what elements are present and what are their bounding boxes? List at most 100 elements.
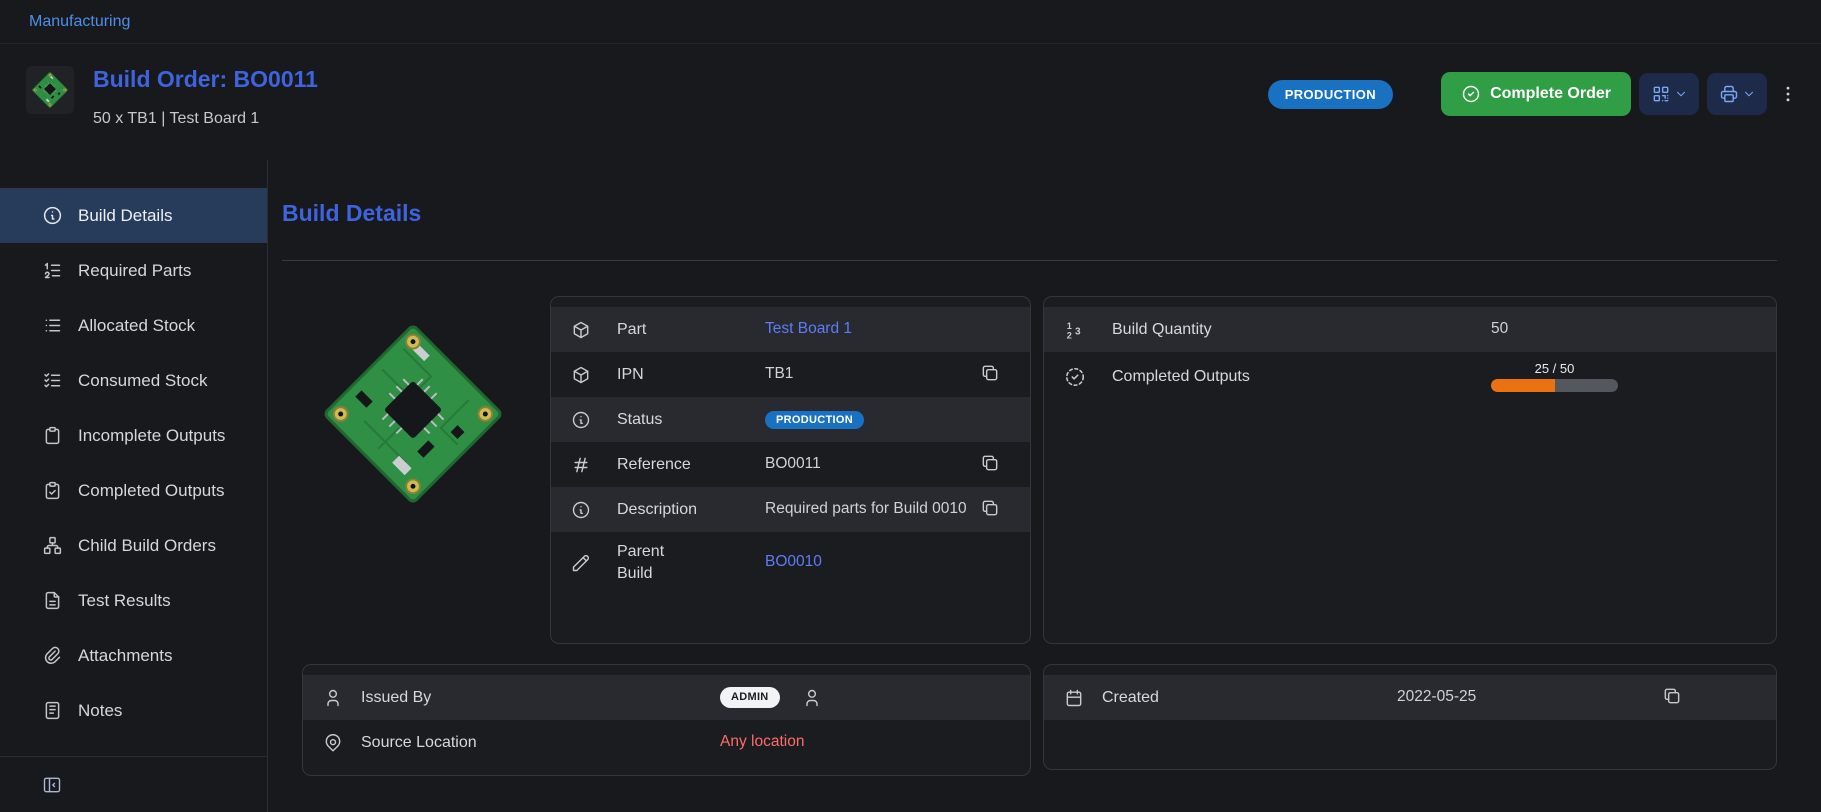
created-panel: Created 2022-05-25 <box>1043 664 1777 770</box>
copy-description-button[interactable] <box>980 498 1000 521</box>
description-value: Required parts for Build 0010 <box>765 499 967 520</box>
detail-row-part: Part Test Board 1 <box>551 307 1030 352</box>
circle-check-icon <box>1461 84 1481 104</box>
main-content: Build Details Part Test Board 1 IPN TB1 <box>268 160 1821 812</box>
qrcode-icon <box>1651 84 1671 104</box>
sidebar-item-label: Build Details <box>78 206 173 226</box>
parent-build-label: Parent Build <box>617 541 679 584</box>
user-avatar-icon <box>802 688 822 708</box>
heading-divider <box>282 260 1777 261</box>
progress-check-icon <box>1064 366 1086 388</box>
svg-text:2: 2 <box>1067 330 1072 340</box>
issued-by-label: Issued By <box>361 687 671 709</box>
sidebar-item-build-details[interactable]: Build Details <box>0 188 267 243</box>
sidebar-item-consumed-stock[interactable]: Consumed Stock <box>0 353 267 408</box>
hash-icon <box>571 455 591 475</box>
build-details-panel: Part Test Board 1 IPN TB1 Status PRODUCT… <box>550 296 1031 644</box>
page-subtitle: 50 x TB1 | Test Board 1 <box>93 110 318 128</box>
info-circle-icon <box>571 500 591 520</box>
row-created: Created 2022-05-25 <box>1044 675 1776 720</box>
status-value-badge: PRODUCTION <box>765 411 864 429</box>
page-title: Build Order: BO0011 <box>93 66 318 93</box>
sidebar-item-label: Required Parts <box>78 261 191 281</box>
barcode-actions-button[interactable] <box>1639 73 1699 115</box>
issue-panel: Issued By ADMIN Source Location Any loca… <box>302 664 1031 776</box>
detail-row-parent-build: Parent Build BO0010 <box>551 532 1030 593</box>
calendar-icon <box>1064 688 1084 708</box>
sidebar-item-incomplete-outputs[interactable]: Incomplete Outputs <box>0 408 267 463</box>
row-issued-by: Issued By ADMIN <box>303 675 1030 720</box>
box-icon <box>571 320 591 340</box>
complete-order-button[interactable]: Complete Order <box>1441 72 1631 116</box>
detail-row-reference: Reference BO0011 <box>551 442 1030 487</box>
created-value: 2022-05-25 <box>1397 687 1476 708</box>
ipn-value: TB1 <box>765 364 793 385</box>
chevron-down-icon <box>1742 87 1756 101</box>
breadcrumb: Manufacturing <box>0 0 1821 44</box>
part-label: Part <box>617 319 705 341</box>
list-check-icon <box>42 370 63 391</box>
sidebar-collapse-button[interactable] <box>0 756 267 812</box>
sidebar-item-child-build-orders[interactable]: Child Build Orders <box>0 518 267 573</box>
file-report-icon <box>42 590 63 611</box>
complete-order-label: Complete Order <box>1490 85 1611 103</box>
more-actions-button[interactable] <box>1775 73 1801 115</box>
print-actions-button[interactable] <box>1707 73 1767 115</box>
copy-icon <box>980 453 1000 473</box>
numbers-icon: 123 <box>1064 319 1086 341</box>
build-quantity-label: Build Quantity <box>1112 319 1442 341</box>
printer-icon <box>1719 84 1739 104</box>
page-body: Build Details Required Parts Allocated S… <box>0 160 1821 812</box>
clipboard-icon <box>42 425 63 446</box>
svg-text:3: 3 <box>1075 326 1081 337</box>
map-pin-icon <box>323 733 343 753</box>
build-thumbnail[interactable] <box>26 66 74 114</box>
pcb-thumbnail-image <box>26 66 74 114</box>
sitemap-icon <box>42 535 63 556</box>
info-circle-icon <box>571 410 591 430</box>
reference-value: BO0011 <box>765 454 821 475</box>
row-completed-outputs: Completed Outputs 25 / 50 <box>1044 352 1776 401</box>
sidebar-collapse-icon <box>42 775 62 795</box>
copy-icon <box>980 363 1000 383</box>
ipn-label: IPN <box>617 364 705 386</box>
part-link[interactable]: Test Board 1 <box>765 319 852 340</box>
clipboard-check-icon <box>42 480 63 501</box>
row-build-quantity: 123 Build Quantity 50 <box>1044 307 1776 352</box>
sidebar-item-test-results[interactable]: Test Results <box>0 573 267 628</box>
copy-reference-button[interactable] <box>980 453 1000 476</box>
copy-created-button[interactable] <box>1662 686 1682 709</box>
issued-by-value: ADMIN <box>720 687 822 708</box>
sidebar-item-label: Incomplete Outputs <box>78 426 225 446</box>
progress-text: 25 / 50 <box>1491 361 1618 376</box>
sidebar-item-allocated-stock[interactable]: Allocated Stock <box>0 298 267 353</box>
sidebar-item-label: Child Build Orders <box>78 536 216 556</box>
part-image[interactable] <box>295 296 531 532</box>
quantities-panel: 123 Build Quantity 50 Completed Outputs … <box>1043 296 1777 644</box>
source-location-value: Any location <box>720 732 804 753</box>
dots-vertical-icon <box>1778 84 1798 104</box>
parent-build-link[interactable]: BO0010 <box>765 552 822 573</box>
detail-row-description: Description Required parts for Build 001… <box>551 487 1030 532</box>
completed-outputs-progress: 25 / 50 <box>1491 361 1618 392</box>
reference-label: Reference <box>617 454 705 476</box>
sidebar-item-required-parts[interactable]: Required Parts <box>0 243 267 298</box>
sidebar-item-label: Test Results <box>78 591 171 611</box>
paperclip-icon <box>42 645 63 666</box>
sidebar-item-label: Completed Outputs <box>78 481 224 501</box>
status-label: Status <box>617 409 705 431</box>
list-icon <box>42 315 63 336</box>
sidebar-item-completed-outputs[interactable]: Completed Outputs <box>0 463 267 518</box>
copy-icon <box>980 498 1000 518</box>
sidebar-item-attachments[interactable]: Attachments <box>0 628 267 683</box>
notes-icon <box>42 700 63 721</box>
copy-ipn-button[interactable] <box>980 363 1000 386</box>
build-quantity-value: 50 <box>1491 319 1508 340</box>
sidebar-item-label: Allocated Stock <box>78 316 195 336</box>
sidebar-item-notes[interactable]: Notes <box>0 683 267 738</box>
sidebar-item-label: Attachments <box>78 646 173 666</box>
created-label: Created <box>1102 687 1352 709</box>
page-header: Build Order: BO0011 50 x TB1 | Test Boar… <box>0 44 1821 160</box>
detail-row-ipn: IPN TB1 <box>551 352 1030 397</box>
breadcrumb-manufacturing-link[interactable]: Manufacturing <box>29 13 130 31</box>
